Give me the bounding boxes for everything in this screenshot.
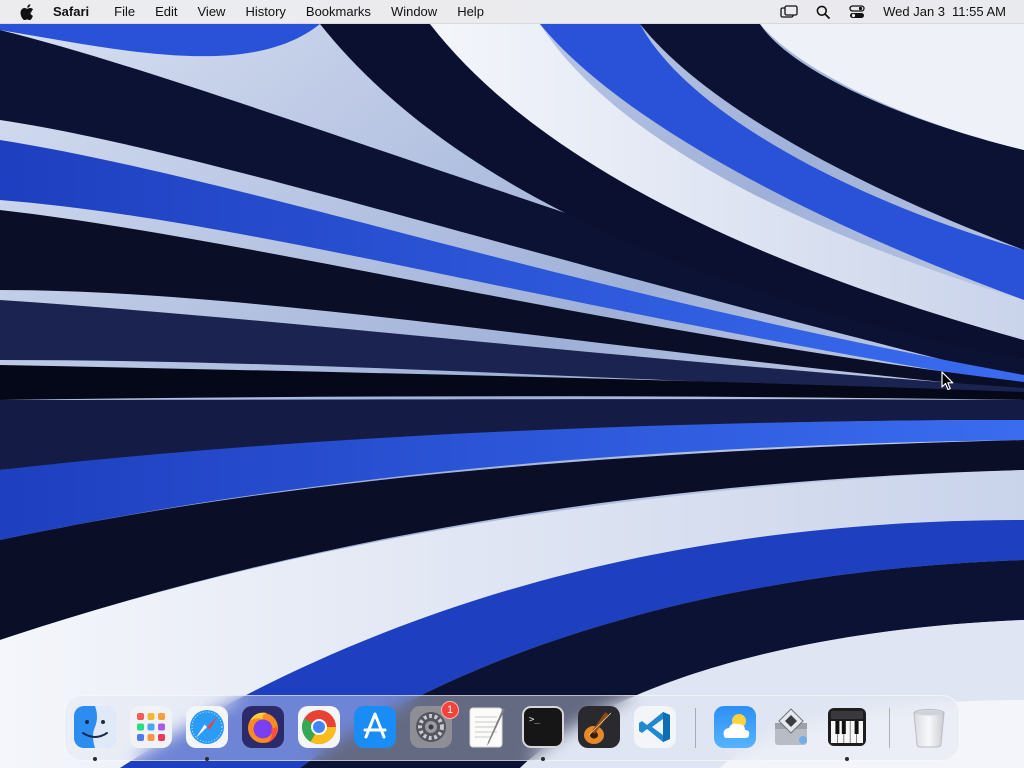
textedit-icon bbox=[469, 707, 505, 748]
desktop-wallpaper bbox=[0, 0, 1024, 768]
menu-bar-clock[interactable]: Wed Jan 3 11:55 AM bbox=[883, 4, 1006, 19]
control-center-icon[interactable] bbox=[847, 3, 867, 21]
piano-icon bbox=[828, 708, 866, 746]
dock-item-firefox[interactable] bbox=[241, 705, 285, 749]
svg-text:>_: >_ bbox=[529, 715, 540, 725]
apple-menu-icon[interactable] bbox=[18, 3, 36, 21]
menu-edit[interactable]: Edit bbox=[145, 0, 187, 24]
menu-bar-status-area: Wed Jan 3 11:55 AM bbox=[765, 0, 1024, 24]
terminal-icon: >_ bbox=[522, 706, 564, 748]
finder-icon bbox=[74, 706, 116, 748]
dock-running-indicator bbox=[205, 757, 209, 761]
screen-mirroring-icon[interactable] bbox=[779, 3, 799, 21]
menu-view[interactable]: View bbox=[188, 0, 236, 24]
dock-item-app-store[interactable] bbox=[353, 705, 397, 749]
menu-file[interactable]: File bbox=[104, 0, 145, 24]
dock-item-vscode[interactable] bbox=[633, 705, 677, 749]
launchpad-icon bbox=[130, 706, 172, 748]
dock-separator bbox=[889, 708, 890, 748]
dock-item-textedit[interactable] bbox=[465, 705, 509, 749]
dock-item-trash[interactable] bbox=[907, 705, 951, 749]
app-store-icon bbox=[354, 706, 396, 748]
dock-item-terminal[interactable]: >_ bbox=[521, 705, 565, 749]
bootcamp-icon bbox=[775, 708, 807, 745]
clock-time: 11:55 AM bbox=[952, 4, 1006, 19]
dock-item-chrome[interactable] bbox=[297, 705, 341, 749]
dock-item-piano[interactable] bbox=[825, 705, 869, 749]
dock-item-garageband[interactable] bbox=[577, 705, 621, 749]
vscode-icon bbox=[634, 706, 676, 748]
dock-item-safari[interactable] bbox=[185, 705, 229, 749]
dock-item-weather[interactable] bbox=[713, 705, 757, 749]
trash-icon bbox=[913, 709, 945, 748]
clock-date: Wed Jan 3 bbox=[883, 4, 946, 19]
dock-item-bootcamp[interactable] bbox=[769, 705, 813, 749]
dock-item-finder[interactable] bbox=[73, 705, 117, 749]
dock-running-indicator bbox=[93, 757, 97, 761]
dock-running-indicator bbox=[845, 757, 849, 761]
menu-app-name[interactable]: Safari bbox=[53, 0, 104, 24]
notification-badge: 1 bbox=[441, 701, 459, 719]
dock-running-indicator bbox=[541, 757, 545, 761]
dock-item-system-settings[interactable]: 1 bbox=[409, 701, 459, 749]
mouse-pointer-icon bbox=[941, 371, 955, 391]
menu-window[interactable]: Window bbox=[381, 0, 447, 24]
dock-item-launchpad[interactable] bbox=[129, 705, 173, 749]
chrome-icon bbox=[298, 706, 340, 748]
menu-bar: Safari File Edit View History Bookmarks … bbox=[0, 0, 1024, 24]
search-icon[interactable] bbox=[813, 3, 833, 21]
safari-icon bbox=[186, 706, 228, 748]
garageband-icon bbox=[578, 706, 620, 748]
firefox-icon bbox=[242, 706, 284, 748]
menu-bookmarks[interactable]: Bookmarks bbox=[296, 0, 381, 24]
weather-icon bbox=[714, 706, 756, 748]
menu-help[interactable]: Help bbox=[447, 0, 494, 24]
dock: 1 >_ bbox=[64, 695, 960, 761]
dock-separator bbox=[695, 708, 696, 748]
menu-history[interactable]: History bbox=[235, 0, 295, 24]
